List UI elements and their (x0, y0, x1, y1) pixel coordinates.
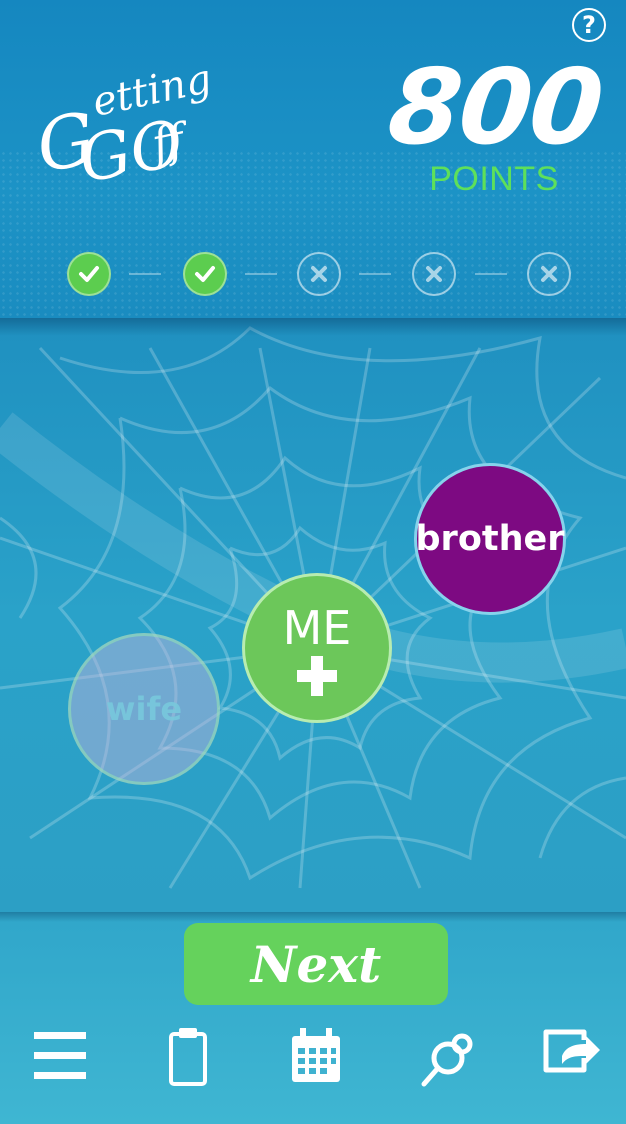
step-1 (67, 252, 111, 296)
step-2 (183, 252, 227, 296)
node-brother[interactable]: brother (414, 463, 566, 615)
step-3 (297, 252, 341, 296)
x-icon (426, 266, 442, 282)
check-icon (195, 266, 215, 282)
next-button[interactable]: Next (184, 923, 448, 1005)
clipboard-icon[interactable] (156, 1024, 220, 1088)
network-icon[interactable] (418, 1024, 482, 1088)
footer-shadow (0, 912, 626, 922)
step-4 (412, 252, 456, 296)
step-connector (475, 273, 507, 275)
step-connector (359, 273, 391, 275)
node-me[interactable]: ME (242, 573, 392, 723)
app-screen: ? etting G GO ff 800 POINTS wife ME brot… (0, 0, 626, 1124)
points-value: 800 (383, 46, 607, 168)
menu-icon[interactable] (28, 1024, 92, 1088)
step-5 (527, 252, 571, 296)
step-connector (245, 273, 277, 275)
header: ? etting G GO ff 800 POINTS (0, 0, 626, 318)
node-brother-label: brother (415, 519, 565, 559)
step-connector (129, 273, 161, 275)
progress-steps (67, 252, 575, 298)
footer: Next (0, 912, 626, 1124)
check-icon (79, 266, 99, 282)
node-me-label: ME (282, 601, 352, 655)
top-shadow (0, 318, 626, 336)
calendar-icon[interactable] (284, 1024, 348, 1088)
x-icon (541, 266, 557, 282)
help-button[interactable]: ? (572, 8, 606, 42)
getting-go-off-logo: etting G GO ff (38, 68, 213, 193)
node-wife-label: wife (105, 690, 183, 728)
x-icon (311, 266, 327, 282)
node-wife[interactable]: wife (68, 633, 220, 785)
plus-icon[interactable] (295, 654, 339, 698)
next-button-label: Next (250, 934, 382, 994)
points-label: POINTS (429, 160, 559, 198)
relationship-web: wife ME brother (0, 318, 626, 912)
exit-icon[interactable] (540, 1024, 604, 1088)
